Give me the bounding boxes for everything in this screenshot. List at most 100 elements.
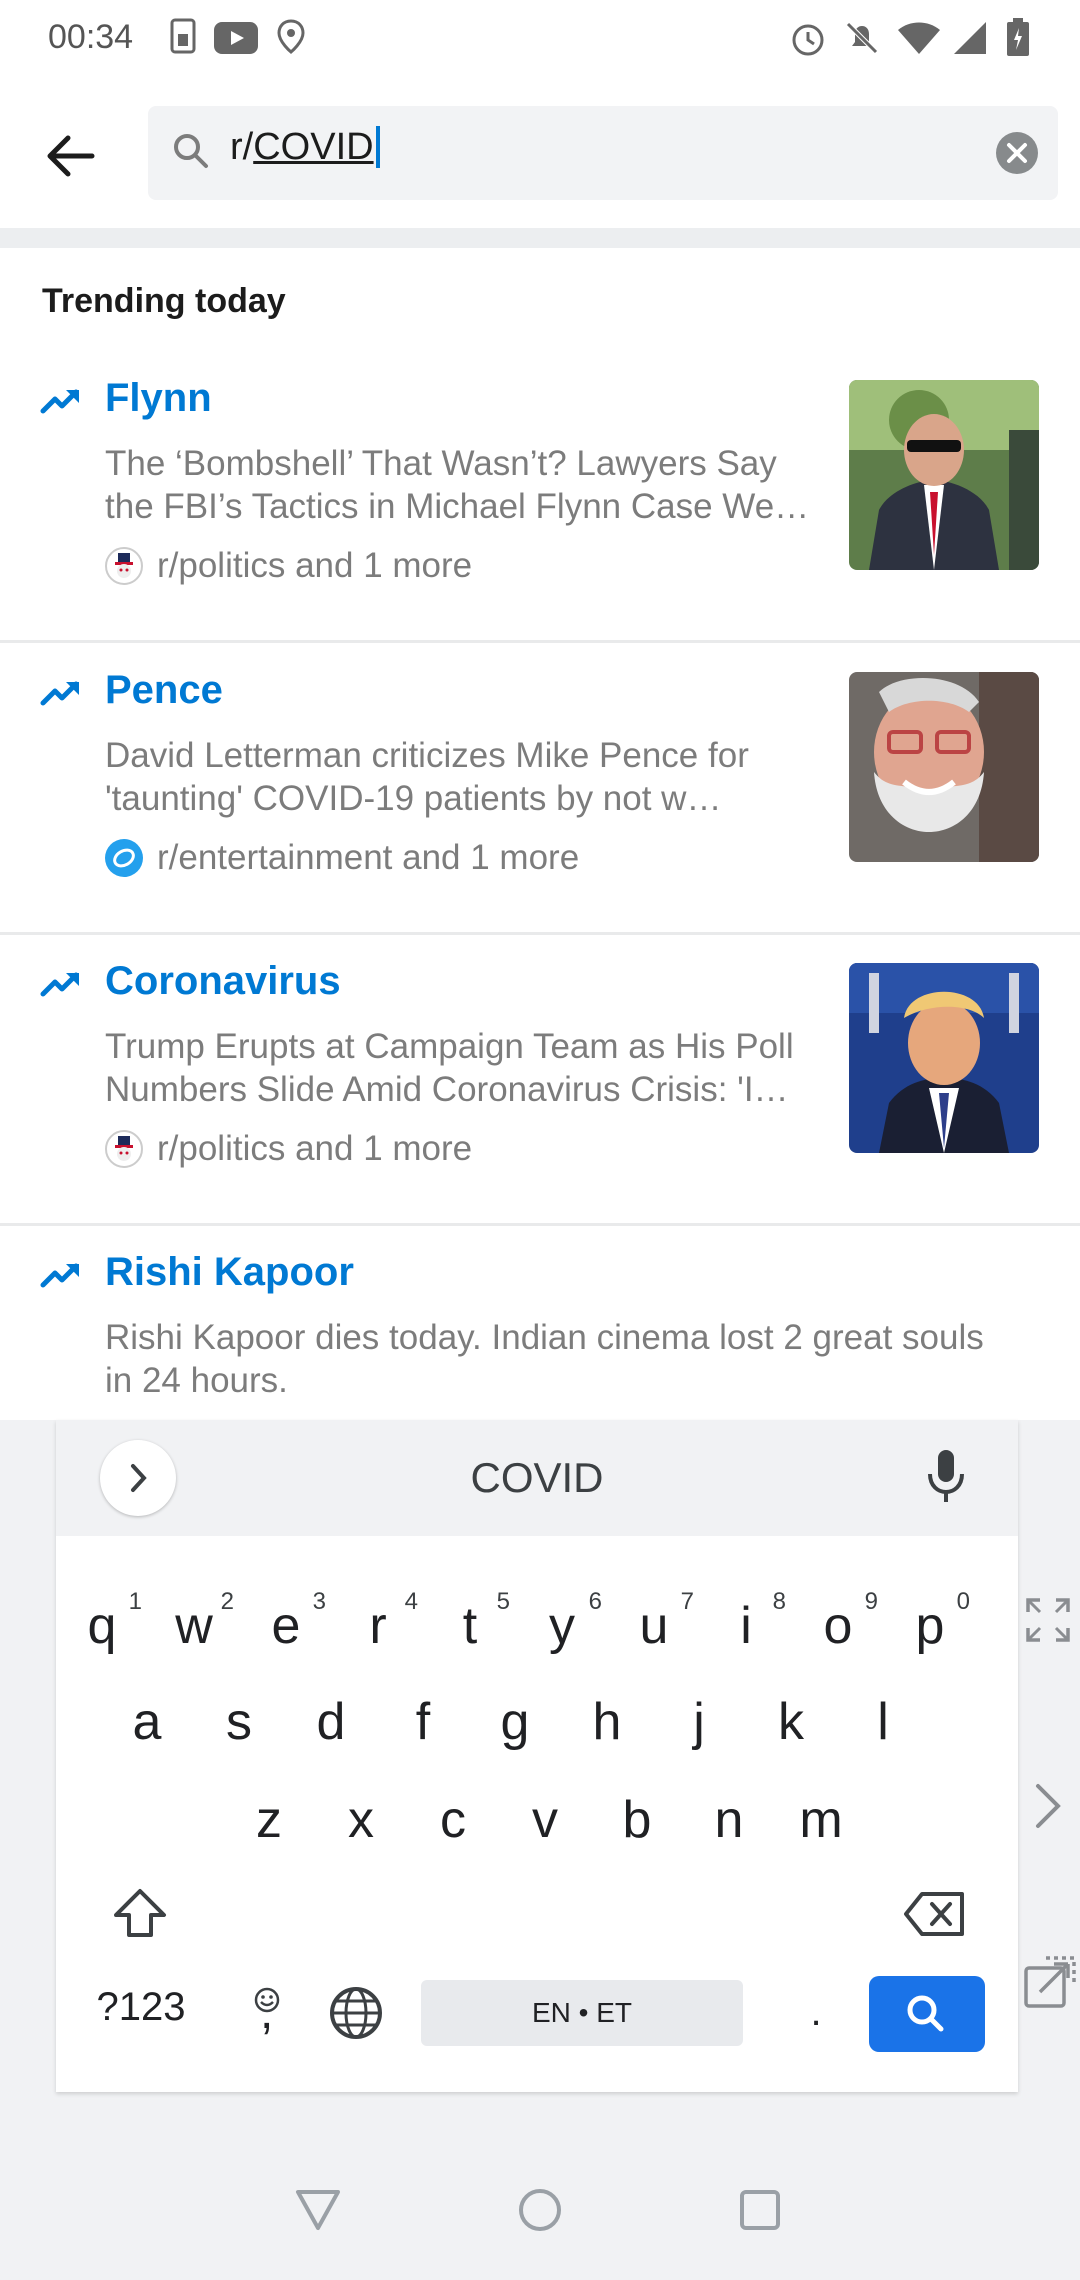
shift-key[interactable] [92,1885,188,1954]
key-d[interactable]: d [285,1692,377,1752]
key-c[interactable]: c [407,1790,499,1850]
symbols-key[interactable]: ?123 [86,1985,196,2030]
search-input[interactable]: r/COVID [148,106,1058,200]
trending-description: David Letterman criticizes Mike Pence fo… [105,736,749,818]
key-q[interactable]: q1 [56,1588,148,1656]
trending-thumbnail [849,963,1039,1153]
key-label: e [271,1597,301,1655]
search-typed-text: COVID [253,126,380,168]
key-g[interactable]: g [469,1692,561,1752]
square-recents-icon [740,2190,780,2230]
space-key[interactable]: EN • ET [421,1980,743,2046]
trending-title: Pence [105,668,223,712]
trending-item-coronavirus[interactable]: Coronavirus Trump Erupts at Campaign Tea… [0,933,1080,1226]
mic-icon [928,1450,964,1502]
key-label: t [462,1597,478,1655]
key-k[interactable]: k [745,1692,837,1752]
nav-back-button[interactable] [294,2188,342,2237]
key-l[interactable]: l [837,1692,929,1752]
backspace-icon [904,1892,964,1936]
key-m[interactable]: m [775,1790,867,1850]
keyboard: COVID q1w2e3r4t5y6u7i8o9p0 asdfghjkl zxc… [56,1420,1018,2092]
key-digit-hint: 1 [128,1588,142,1615]
key-label: j [693,1693,705,1751]
key-label: o [823,1597,853,1655]
trending-up-icon [40,678,82,713]
open-external-icon [1024,1956,1076,2008]
fullscreen-button[interactable] [1024,1596,1072,1649]
key-label: p [915,1597,945,1655]
floating-keyboard-button[interactable] [1022,1954,1078,2015]
key-z[interactable]: z [223,1790,315,1850]
key-u[interactable]: u7 [608,1588,700,1656]
nav-home-button[interactable] [516,2186,564,2239]
politics-avatar-icon [105,547,143,585]
globe-icon [330,1987,382,2039]
key-n[interactable]: n [683,1790,775,1850]
entertainment-avatar-icon [105,839,143,877]
key-digit-hint: 3 [312,1588,326,1615]
keyboard-area: COVID q1w2e3r4t5y6u7i8o9p0 asdfghjkl zxc… [0,1420,1080,2280]
trending-title: Flynn [105,376,212,420]
trending-source-text: r/politics and 1 more [157,546,473,585]
key-s[interactable]: s [193,1692,285,1752]
trending-item-pence[interactable]: Pence David Letterman criticizes Mike Pe… [0,642,1080,935]
key-f[interactable]: f [377,1692,469,1752]
key-digit-hint: 7 [680,1588,694,1615]
location-icon [276,18,306,61]
key-digit-hint: 0 [956,1588,970,1615]
key-digit-hint: 9 [864,1588,878,1615]
suggestion-strip: COVID [56,1420,1018,1536]
key-j[interactable]: j [653,1692,745,1752]
mic-button[interactable] [926,1448,966,1509]
key-digit-hint: 6 [588,1588,602,1615]
key-y[interactable]: y6 [516,1588,608,1656]
key-h[interactable]: h [561,1692,653,1752]
backspace-key[interactable] [886,1890,982,1951]
key-x[interactable]: x [315,1790,407,1850]
trending-description: Rishi Kapoor dies today. Indian cinema l… [105,1318,984,1400]
status-time: 00:34 [48,18,134,56]
back-button[interactable] [36,120,108,192]
search-enter-key[interactable] [869,1976,985,2052]
trending-title: Coronavirus [105,959,341,1003]
trending-title: Rishi Kapoor [105,1250,354,1294]
trending-item-flynn[interactable]: Flynn The ‘Bombshell’ That Wasn’t? Lawye… [0,350,1080,643]
suggestion-word[interactable]: COVID [56,1454,1018,1502]
emoji-comma-key[interactable]: , [238,1965,298,2045]
key-r[interactable]: r4 [332,1588,424,1656]
trending-source-text: r/entertainment and 1 more [157,838,580,877]
search-icon [170,130,212,177]
period-key[interactable]: . [786,1990,846,2035]
key-label: i [740,1597,752,1655]
header-divider [0,228,1080,248]
key-w[interactable]: w2 [148,1588,240,1656]
politics-avatar-icon [105,1130,143,1168]
key-label: v [532,1791,558,1849]
clear-search-button[interactable] [994,130,1040,181]
key-label: b [622,1791,652,1849]
key-digit-hint: 2 [220,1588,234,1615]
key-e[interactable]: e3 [240,1588,332,1656]
shift-icon [114,1889,166,1937]
key-p[interactable]: p0 [884,1588,976,1656]
language-key[interactable] [318,1985,394,2054]
expand-icon [1026,1598,1070,1642]
key-v[interactable]: v [499,1790,591,1850]
key-digit-hint: 5 [496,1588,510,1615]
key-a[interactable]: a [101,1692,193,1752]
key-label: u [639,1597,669,1655]
key-digit-hint: 8 [772,1588,786,1615]
sim-icon [170,18,196,59]
key-b[interactable]: b [591,1790,683,1850]
search-header: r/COVID [0,80,1080,228]
key-i[interactable]: i8 [700,1588,792,1656]
clear-icon [996,132,1038,174]
next-keyboard-button[interactable] [1030,1778,1066,1839]
trending-source: r/politics and 1 more [105,1129,472,1169]
trending-description: Trump Erupts at Campaign Team as His Pol… [105,1027,794,1109]
nav-recents-button[interactable] [738,2188,782,2237]
key-t[interactable]: t5 [424,1588,516,1656]
trending-source: r/politics and 1 more [105,546,472,586]
key-o[interactable]: o9 [792,1588,884,1656]
